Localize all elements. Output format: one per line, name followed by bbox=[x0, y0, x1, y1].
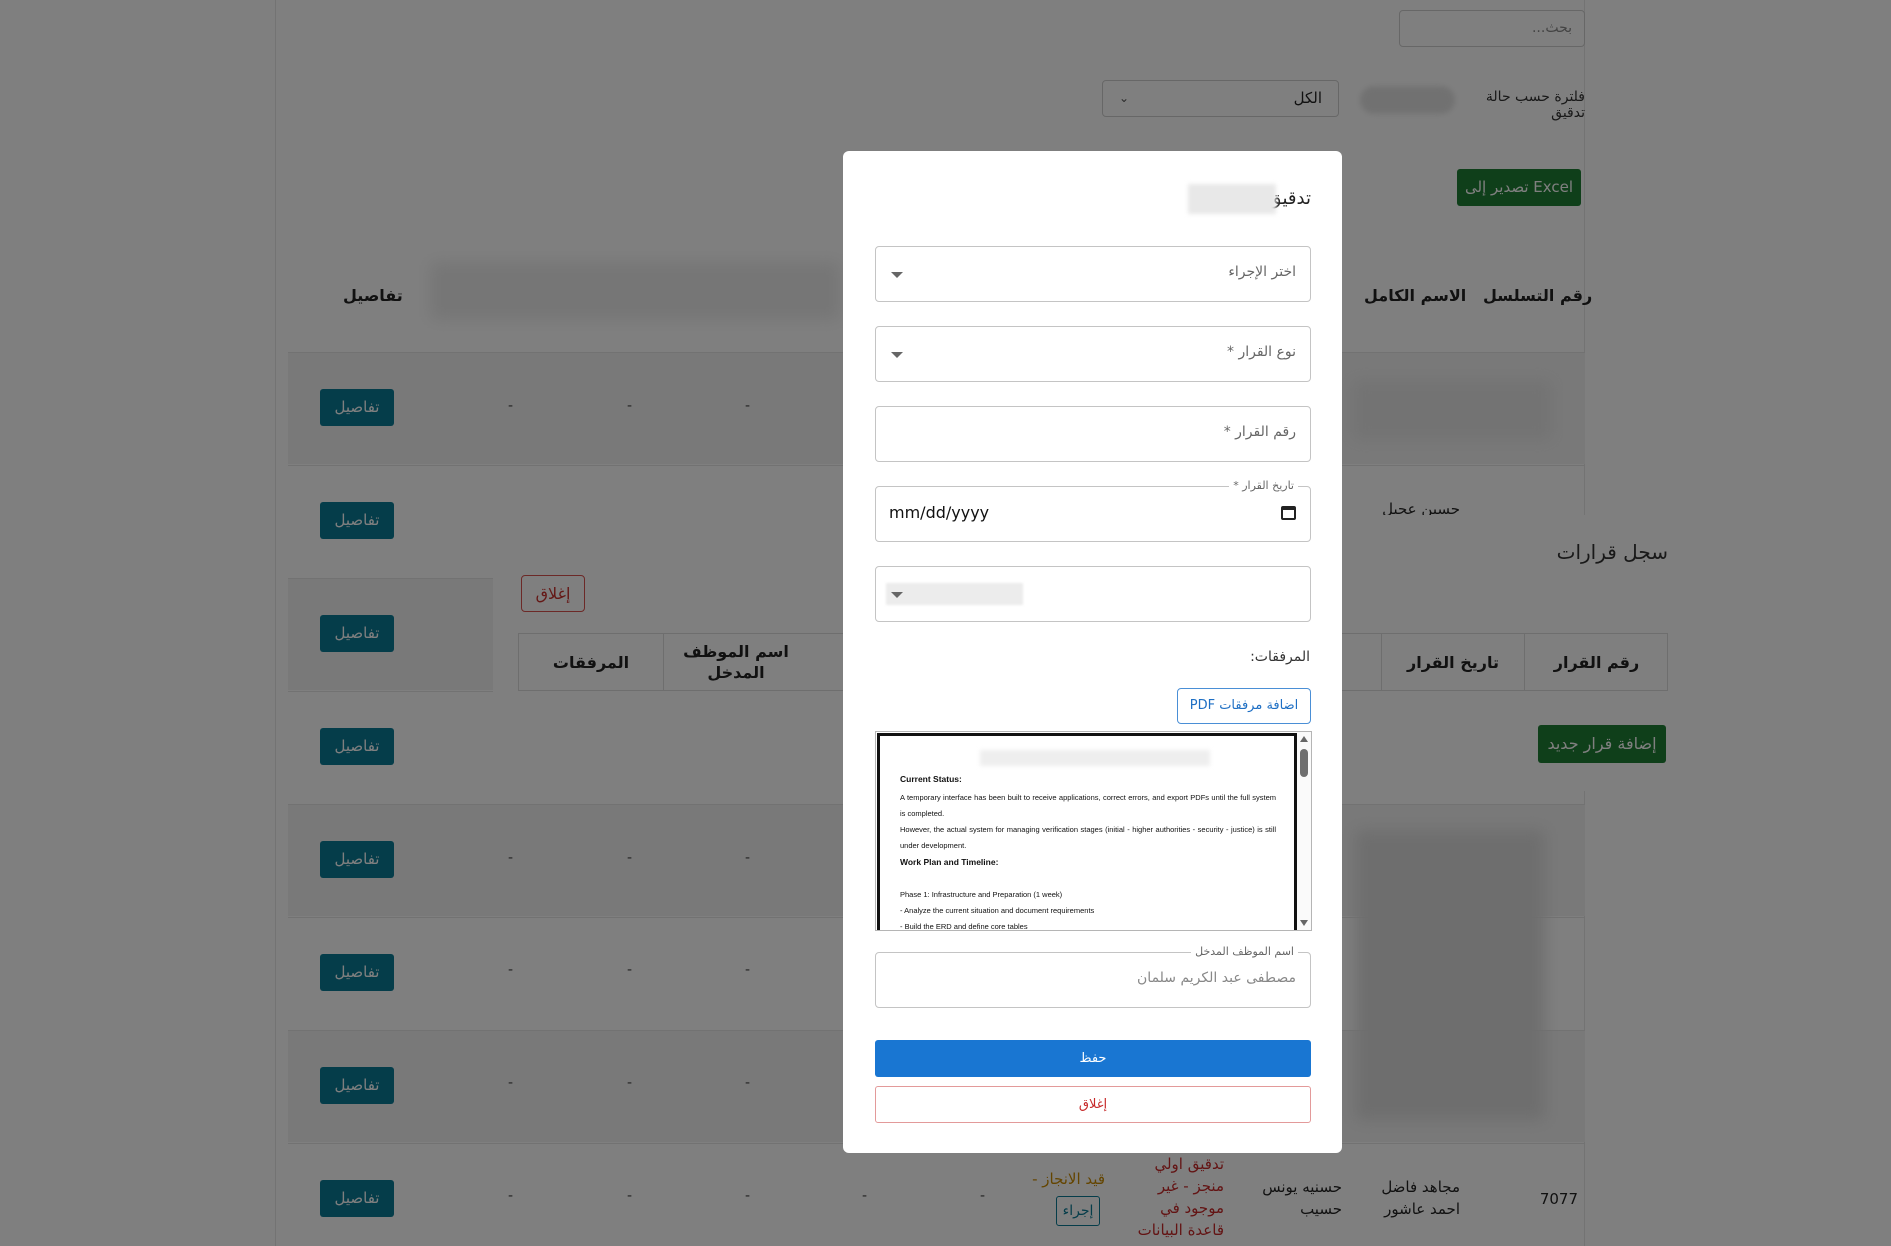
action-select-placeholder: اختر الإجراء bbox=[1228, 264, 1296, 280]
pdf-scrollbar[interactable] bbox=[1297, 732, 1311, 930]
decision-type-placeholder: نوع القرار * bbox=[1227, 344, 1296, 360]
pdf-header-redacted bbox=[980, 750, 1210, 766]
pdf-text: Phase 1: Infrastructure and Preparation … bbox=[900, 890, 1063, 899]
entry-employee-label: اسم الموظف المدخل bbox=[1191, 945, 1298, 958]
dropdown-arrow-icon bbox=[891, 592, 903, 598]
pdf-preview[interactable]: Current Status: A temporary interface ha… bbox=[875, 731, 1312, 931]
scroll-down-icon[interactable] bbox=[1300, 920, 1308, 926]
redacted-select[interactable] bbox=[875, 566, 1311, 622]
close-button[interactable]: إغلاق bbox=[875, 1086, 1311, 1123]
dialog-title-redacted bbox=[1188, 184, 1276, 214]
pdf-text: However, the actual system for managing … bbox=[900, 825, 1276, 850]
scroll-up-icon[interactable] bbox=[1300, 736, 1308, 742]
select-value-redacted bbox=[886, 583, 1023, 605]
decision-date-input[interactable]: تاريخ القرار * mm/dd/yyyy bbox=[875, 479, 1311, 542]
decision-number-input[interactable]: رقم القرار * bbox=[875, 406, 1311, 462]
dropdown-arrow-icon bbox=[891, 272, 903, 278]
scroll-thumb[interactable] bbox=[1300, 749, 1308, 777]
decision-date-value: mm/dd/yyyy bbox=[889, 503, 990, 522]
entry-employee-field[interactable]: اسم الموظف المدخل مصطفى عبد الكريم سلمان bbox=[875, 945, 1311, 1008]
pdf-heading: Work Plan and Timeline: bbox=[900, 857, 999, 867]
attachments-label: المرفقات: bbox=[1250, 649, 1310, 665]
decision-number-placeholder: رقم القرار * bbox=[1223, 424, 1296, 440]
dropdown-arrow-icon bbox=[891, 352, 903, 358]
pdf-text: - Build the ERD and define core tables bbox=[900, 922, 1028, 931]
pdf-page: Current Status: A temporary interface ha… bbox=[877, 733, 1297, 931]
save-button[interactable]: حفظ bbox=[875, 1040, 1311, 1077]
pdf-text: - Analyze the current situation and docu… bbox=[900, 906, 1095, 915]
audit-dialog: تدقيق اختر الإجراء نوع القرار * رقم القر… bbox=[843, 151, 1342, 1153]
calendar-icon[interactable] bbox=[1281, 506, 1296, 520]
entry-employee-value: مصطفى عبد الكريم سلمان bbox=[1137, 970, 1296, 986]
pdf-text: A temporary interface has been built to … bbox=[900, 793, 1276, 818]
decision-type-select[interactable]: نوع القرار * bbox=[875, 326, 1311, 382]
add-pdf-button[interactable]: اضافة مرفقات PDF bbox=[1177, 688, 1311, 724]
decision-date-label: تاريخ القرار * bbox=[1229, 479, 1298, 492]
pdf-heading: Current Status: bbox=[900, 774, 962, 784]
action-select[interactable]: اختر الإجراء bbox=[875, 246, 1311, 302]
